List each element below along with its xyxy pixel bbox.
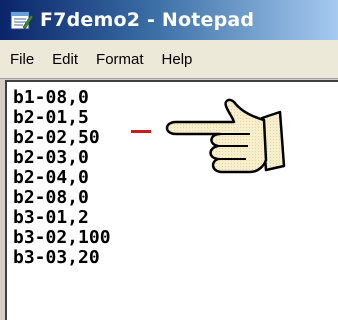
text-line: b2-04,0	[13, 167, 89, 188]
pointing-hand-icon	[165, 98, 286, 174]
menu-file[interactable]: File	[10, 51, 34, 68]
menu-help[interactable]: Help	[162, 51, 193, 68]
title-bar[interactable]: F7demo2 - Notepad	[0, 0, 338, 40]
menu-edit[interactable]: Edit	[52, 51, 78, 68]
text-line: b2-03,0	[13, 147, 89, 168]
menu-format[interactable]: Format	[96, 51, 144, 68]
menu-bar: File Edit Format Help	[0, 40, 338, 79]
text-line: b2-01,5	[13, 107, 89, 128]
window-title: F7demo2 - Notepad	[40, 9, 255, 31]
notepad-window: F7demo2 - Notepad File Edit Format Help …	[0, 0, 338, 320]
text-line: b3-02,100	[13, 227, 111, 248]
text-line: b1-08,0	[13, 87, 89, 108]
text-line: b2-08,0	[13, 187, 89, 208]
text-line: b3-03,20	[13, 247, 100, 268]
text-line: b3-01,2	[13, 207, 89, 228]
notepad-icon	[10, 11, 33, 30]
text-line: b2-02,50	[13, 127, 100, 148]
text-cursor-marker	[131, 130, 151, 133]
